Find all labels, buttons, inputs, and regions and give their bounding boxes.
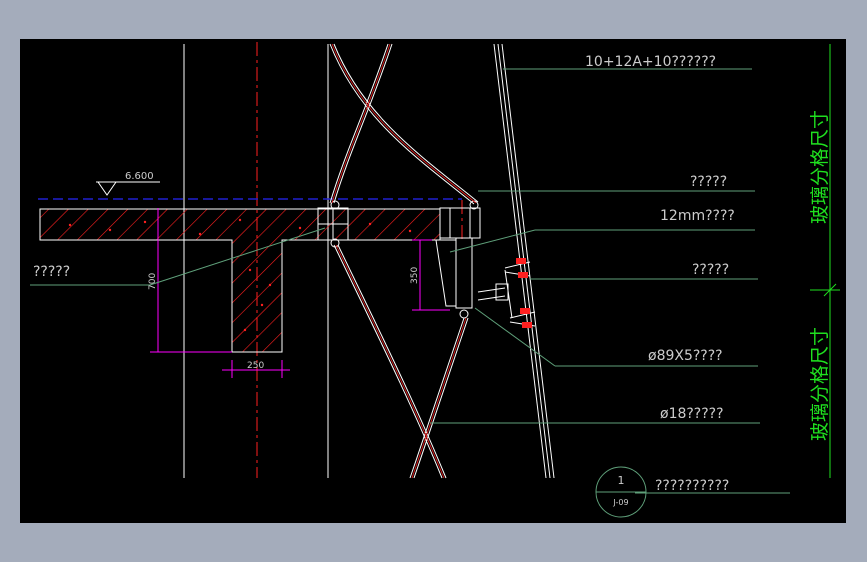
dimension-bracket-height: 350 <box>410 267 420 284</box>
detail-tag-sheet: J-09 <box>612 498 628 507</box>
label-left-callout: ????? <box>33 264 70 280</box>
steel-node-slab <box>317 200 349 248</box>
drawing-area <box>20 39 846 523</box>
label-tube: ø89X5???? <box>648 348 723 364</box>
dimension-beam-depth: 700 <box>148 273 158 290</box>
side-label-upper: 玻璃分格尺寸 <box>809 110 831 224</box>
detail-tag-number: 1 <box>618 474 625 487</box>
detail-drawing: 6.600 700 250 350 10+12A+10?????? ????? … <box>20 39 846 523</box>
dimension-beam-width: 250 <box>247 361 264 371</box>
label-node-a: ????? <box>690 174 727 190</box>
side-label-lower: 玻璃分格尺寸 <box>809 327 831 441</box>
label-steel-plate: 12mm???? <box>660 208 735 224</box>
cad-viewport: 6.600 700 250 350 10+12A+10?????? ????? … <box>0 0 867 562</box>
elevation-text: 6.600 <box>125 171 154 182</box>
label-detail-note: ?????????? <box>655 478 729 494</box>
label-glass-spec: 10+12A+10?????? <box>585 54 716 70</box>
label-node-b: ????? <box>692 262 729 278</box>
label-rod: ø18????? <box>660 406 724 422</box>
